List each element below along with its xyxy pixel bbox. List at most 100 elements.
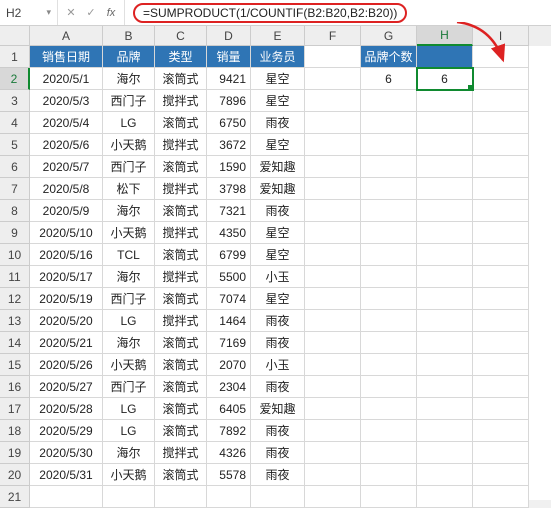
data-cell[interactable]: 滚筒式	[155, 288, 207, 310]
cell[interactable]	[473, 376, 529, 398]
row-header-19[interactable]: 19	[0, 442, 30, 464]
brand-count-header-h[interactable]	[417, 46, 473, 68]
cell[interactable]	[473, 288, 529, 310]
cell[interactable]	[473, 354, 529, 376]
column-header-E[interactable]: E	[251, 26, 305, 46]
row-header-11[interactable]: 11	[0, 266, 30, 288]
cell[interactable]	[473, 442, 529, 464]
cell[interactable]	[207, 486, 251, 508]
data-cell[interactable]: 星空	[251, 244, 305, 266]
data-cell[interactable]: 2020/5/3	[30, 90, 103, 112]
row-header-1[interactable]: 1	[0, 46, 30, 68]
cell[interactable]	[361, 288, 417, 310]
cell[interactable]	[473, 90, 529, 112]
column-header-B[interactable]: B	[103, 26, 155, 46]
data-cell[interactable]: LG	[103, 112, 155, 134]
cell[interactable]	[361, 222, 417, 244]
data-cell[interactable]: 9421	[207, 68, 251, 90]
cell[interactable]	[361, 266, 417, 288]
data-cell[interactable]: 星空	[251, 68, 305, 90]
column-header-D[interactable]: D	[207, 26, 251, 46]
data-cell[interactable]: 2020/5/7	[30, 156, 103, 178]
cell[interactable]	[305, 68, 361, 90]
data-cell[interactable]: 2020/5/6	[30, 134, 103, 156]
cell[interactable]	[155, 486, 207, 508]
row-header-2[interactable]: 2	[0, 68, 30, 90]
data-header[interactable]: 类型	[155, 46, 207, 68]
cell[interactable]	[361, 134, 417, 156]
data-cell[interactable]: 滚筒式	[155, 332, 207, 354]
data-cell[interactable]: 雨夜	[251, 200, 305, 222]
data-cell[interactable]: 松下	[103, 178, 155, 200]
cell[interactable]	[473, 156, 529, 178]
row-header-21[interactable]: 21	[0, 486, 30, 508]
data-cell[interactable]: 海尔	[103, 200, 155, 222]
formula-input[interactable]: =SUMPRODUCT(1/COUNTIF(B2:B20,B2:B20))	[125, 3, 551, 23]
cell[interactable]	[473, 464, 529, 486]
row-header-3[interactable]: 3	[0, 90, 30, 112]
cell[interactable]	[361, 332, 417, 354]
cell[interactable]	[361, 376, 417, 398]
data-cell[interactable]: 星空	[251, 222, 305, 244]
data-cell[interactable]: 搅拌式	[155, 442, 207, 464]
cell[interactable]	[417, 398, 473, 420]
select-all-corner[interactable]	[0, 26, 30, 46]
cell[interactable]	[417, 200, 473, 222]
cell[interactable]	[473, 266, 529, 288]
row-header-13[interactable]: 13	[0, 310, 30, 332]
data-header[interactable]: 品牌	[103, 46, 155, 68]
column-header-H[interactable]: H	[417, 26, 473, 46]
data-cell[interactable]: 小天鹅	[103, 134, 155, 156]
cell[interactable]	[361, 398, 417, 420]
cell[interactable]	[417, 486, 473, 508]
data-cell[interactable]: 搅拌式	[155, 310, 207, 332]
data-cell[interactable]: 雨夜	[251, 310, 305, 332]
cell[interactable]	[305, 332, 361, 354]
data-header[interactable]: 销售日期	[30, 46, 103, 68]
data-cell[interactable]: 2304	[207, 376, 251, 398]
cell[interactable]	[417, 376, 473, 398]
column-header-I[interactable]: I	[473, 26, 529, 46]
data-cell[interactable]: 6405	[207, 398, 251, 420]
cell[interactable]	[473, 420, 529, 442]
data-cell[interactable]: 2020/5/16	[30, 244, 103, 266]
cell[interactable]	[305, 46, 361, 68]
data-cell[interactable]: 2020/5/30	[30, 442, 103, 464]
cell[interactable]	[361, 112, 417, 134]
data-cell[interactable]: 雨夜	[251, 332, 305, 354]
row-header-7[interactable]: 7	[0, 178, 30, 200]
cell[interactable]	[473, 244, 529, 266]
data-cell[interactable]: 爱知趣	[251, 156, 305, 178]
data-cell[interactable]: 西门子	[103, 288, 155, 310]
data-cell[interactable]: 搅拌式	[155, 90, 207, 112]
cell[interactable]	[473, 222, 529, 244]
cell[interactable]	[361, 310, 417, 332]
data-cell[interactable]: 滚筒式	[155, 464, 207, 486]
data-cell[interactable]: 2020/5/9	[30, 200, 103, 222]
cell[interactable]	[305, 222, 361, 244]
data-cell[interactable]: TCL	[103, 244, 155, 266]
cell[interactable]	[417, 464, 473, 486]
data-cell[interactable]: 3798	[207, 178, 251, 200]
cell[interactable]	[473, 200, 529, 222]
cell[interactable]	[305, 398, 361, 420]
cell[interactable]	[305, 134, 361, 156]
cell[interactable]	[417, 222, 473, 244]
row-header-4[interactable]: 4	[0, 112, 30, 134]
cell[interactable]	[417, 156, 473, 178]
data-cell[interactable]: 1464	[207, 310, 251, 332]
data-cell[interactable]: 滚筒式	[155, 112, 207, 134]
data-cell[interactable]: 3672	[207, 134, 251, 156]
data-cell[interactable]: 雨夜	[251, 112, 305, 134]
data-cell[interactable]: 西门子	[103, 90, 155, 112]
data-cell[interactable]: 2020/5/4	[30, 112, 103, 134]
cell[interactable]	[417, 354, 473, 376]
column-header-F[interactable]: F	[305, 26, 361, 46]
cell[interactable]	[361, 464, 417, 486]
data-cell[interactable]: 滚筒式	[155, 244, 207, 266]
brand-count-header[interactable]: 品牌个数	[361, 46, 417, 68]
cell[interactable]	[473, 398, 529, 420]
cell[interactable]	[361, 244, 417, 266]
data-cell[interactable]: 2070	[207, 354, 251, 376]
cell[interactable]	[473, 178, 529, 200]
